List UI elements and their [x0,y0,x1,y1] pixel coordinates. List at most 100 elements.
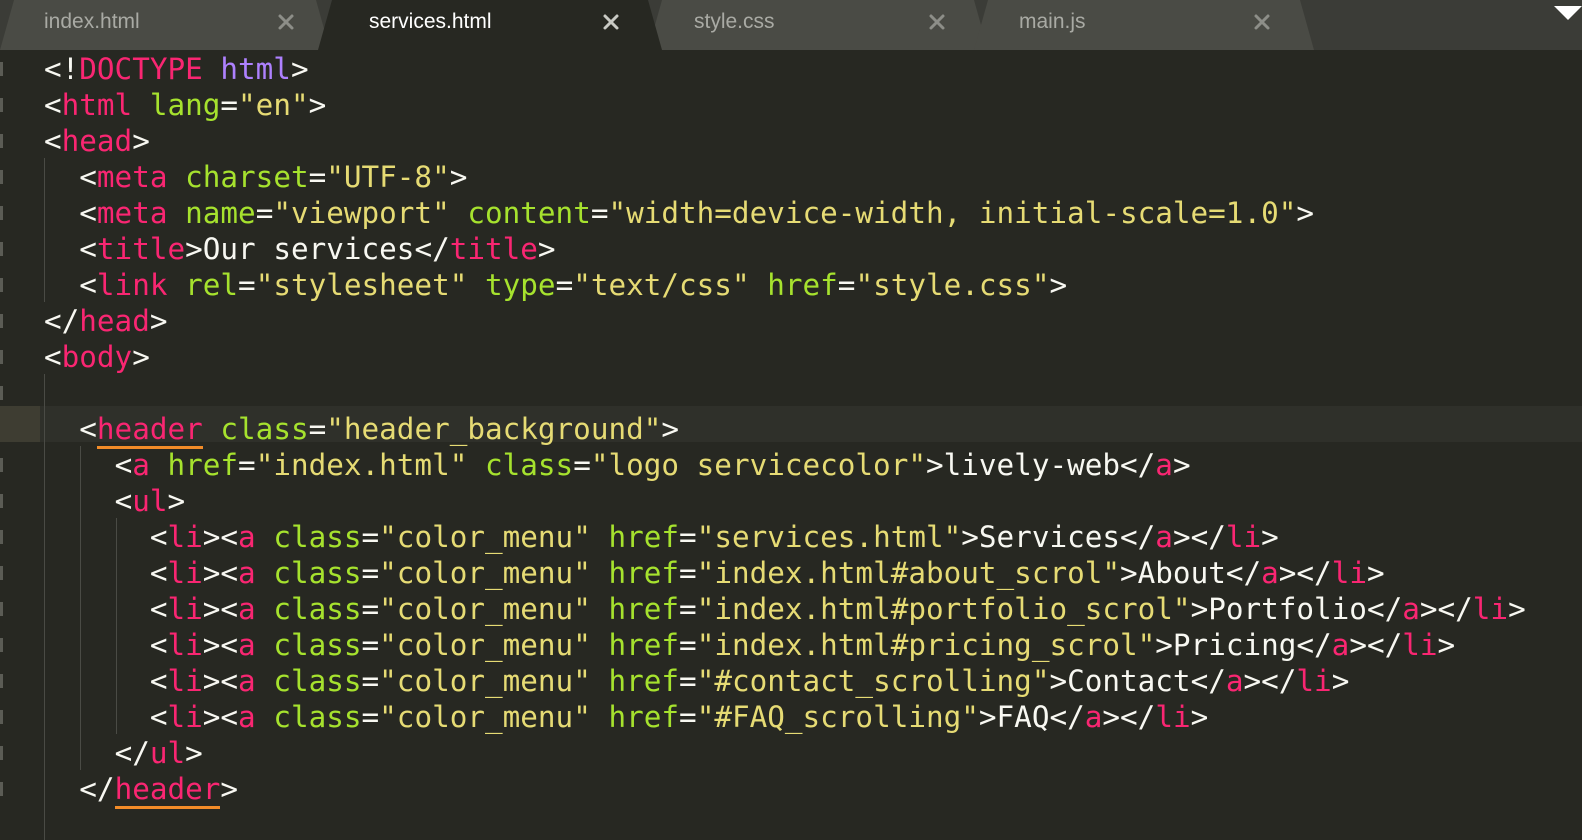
code-token: FAQ [996,700,1050,734]
code-token: li [1472,592,1509,626]
tab-main-js[interactable]: main.js [974,0,1314,50]
code-token: a [1084,700,1103,734]
code-token: Services [978,520,1121,554]
code-line[interactable]: </header> [44,771,238,809]
code-token: > [1155,628,1173,662]
code-line[interactable]: <li><a class="color_menu" href="#FAQ_scr… [44,699,1208,735]
code-token: ></ [1349,628,1403,662]
code-line[interactable]: <meta name="viewport" content="width=dev… [44,195,1314,231]
code-token: class [485,448,574,482]
code-token: = [238,268,256,302]
code-token: a [1225,664,1244,698]
code-line[interactable]: <ul> [44,483,186,519]
close-icon[interactable] [276,12,296,32]
code-token: class [273,556,362,590]
code-token: "viewport" [273,196,450,230]
code-token: li [1402,628,1438,662]
line-number-marker [0,674,3,688]
code-editor[interactable]: <!DOCTYPE html> <html lang="en"> <head> <m… [0,50,1582,840]
code-line[interactable]: <a href="index.html" class="logo service… [44,447,1191,483]
code-line[interactable]: <li><a class="color_menu" href="index.ht… [44,555,1385,591]
line-number-marker [0,206,3,220]
code-token: = [361,556,380,590]
code-token: html [61,88,133,122]
code-line[interactable]: <title>Our services</title> [44,231,555,267]
code-token: </ [114,736,150,770]
code-token: a [1155,520,1173,554]
tab-services-html[interactable]: services.html [318,0,662,50]
code-line[interactable]: <html lang="en"> [44,87,326,123]
code-line[interactable]: </head> [44,303,167,339]
code-token: a [132,448,150,482]
code-token: "index.html#pricing_scrol" [696,628,1156,662]
close-icon[interactable] [927,12,947,32]
tab-bar: index.html style.css main.js services.ht… [0,0,1582,50]
code-token: "index.html#about_scrol" [696,556,1121,590]
code-line[interactable]: <!DOCTYPE html> [44,51,309,87]
code-token: "UTF-8" [326,160,450,194]
tab-index-html[interactable]: index.html [0,0,330,50]
code-token: lively-web [943,448,1121,482]
code-token: </ [1120,448,1156,482]
code-line[interactable]: <li><a class="color_menu" href="services… [44,519,1279,555]
code-token: > [132,124,150,158]
code-line[interactable]: <header class="header_background"> [44,411,679,449]
code-token: head [61,124,133,158]
code-token: li [1331,556,1367,590]
code-token: > [978,700,997,734]
code-token: < [79,232,97,266]
tab-list-dropdown-icon[interactable] [1554,6,1582,22]
code-token: a [238,520,256,554]
code-token: a [238,556,256,590]
code-token: < [79,196,97,230]
code-line[interactable]: </ul> [44,735,203,771]
code-token: = [361,628,380,662]
code-token: li [167,556,203,590]
code-token: Contact [1067,664,1191,698]
code-line[interactable]: <link rel="stylesheet" type="text/css" h… [44,267,1067,303]
code-line[interactable]: <li><a class="color_menu" href="index.ht… [44,591,1526,627]
code-line[interactable]: <body> [44,339,150,375]
code-line[interactable]: <meta charset="UTF-8"> [44,159,467,195]
code-token: "color_menu" [379,592,591,626]
code-token: </ [414,232,450,266]
code-token: type [485,268,556,302]
code-token: > [449,160,468,194]
code-token: li [1155,700,1191,734]
close-icon[interactable] [601,12,621,32]
code-token: "services.html" [696,520,962,554]
line-number-marker [0,62,3,76]
code-token: = [679,628,697,662]
code-token: link [96,268,168,302]
code-token: li [167,664,203,698]
code-token: > [961,520,979,554]
code-line[interactable]: <li><a class="color_menu" href="index.ht… [44,627,1455,663]
tab-style-css[interactable]: style.css [648,0,988,50]
code-token: class [273,664,362,698]
line-number-marker [0,98,3,112]
code-line[interactable]: <li><a class="color_menu" href="#contact… [44,663,1349,699]
code-token: title [449,232,538,266]
code-token: href [608,628,680,662]
code-token: > [1190,700,1209,734]
line-number-marker [0,782,3,796]
code-line[interactable]: <head> [44,123,150,159]
code-token: = [361,664,380,698]
close-icon[interactable] [1252,12,1272,32]
line-number-marker [0,386,3,400]
